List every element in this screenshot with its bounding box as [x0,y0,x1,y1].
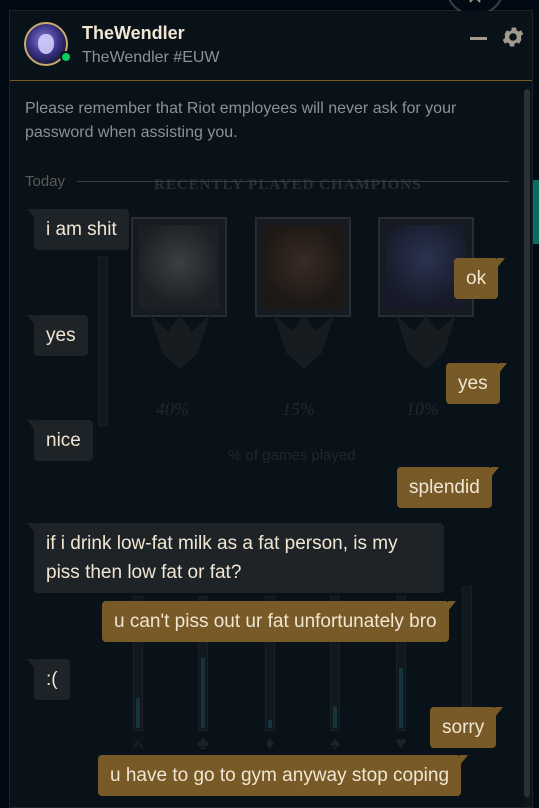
message-outgoing[interactable]: u have to go to gym anyway stop coping [98,755,469,796]
champion-percent-2: 15% [282,399,315,419]
message-incoming[interactable]: yes [27,315,88,356]
message-outgoing[interactable]: yes [446,363,507,404]
background-bar [98,256,108,426]
minus-icon[interactable] [470,37,487,40]
message-outgoing[interactable]: splendid [397,467,499,508]
rank-emblem-icon [274,315,334,369]
champion-percent-3: 10% [406,399,439,419]
security-notice: Please remember that Riot employees will… [25,100,457,141]
online-status-icon [60,51,72,63]
message-incoming[interactable]: nice [27,420,93,461]
message-outgoing[interactable]: ok [454,258,506,299]
side-accent-bar [533,180,539,244]
champion-portrait-1 [131,217,227,317]
message-incoming[interactable]: if i drink low-fat milk as a fat person,… [27,523,444,593]
role-support-icon: ♥ [395,733,407,753]
message-incoming[interactable]: :( [27,659,70,700]
champion-portrait-2 [255,217,351,317]
close-icon[interactable]: ✕ [467,0,484,8]
games-played-caption: % of games played [228,447,356,464]
role-mid-icon: ♦ [265,733,275,753]
chat-window: RECENTLY PLAYED CHAMPIONS 40% 15% 10% % … [9,10,533,808]
scrollbar-thumb[interactable] [524,89,530,797]
role-bot-icon: ♠ [330,733,340,753]
role-top-icon: ⚔ [129,733,147,753]
message-outgoing[interactable]: sorry [430,707,504,748]
rank-emblem-icon [396,315,456,369]
date-divider-label: Today [25,172,66,190]
friend-display-name: TheWendler [82,23,185,43]
rank-emblem-icon [150,315,210,369]
date-divider: Today [25,171,509,191]
chat-header: TheWendler TheWendler #EUW [10,11,532,81]
champion-percent-1: 40% [156,399,189,419]
gear-icon[interactable] [500,24,526,50]
friend-riot-id: TheWendler #EUW [82,49,220,66]
message-outgoing[interactable]: u can't piss out ur fat unfortunately br… [102,601,456,642]
message-incoming[interactable]: i am shit [27,209,129,250]
chat-scrollbar[interactable] [524,89,530,807]
role-jungle-icon: ♣ [197,733,209,753]
